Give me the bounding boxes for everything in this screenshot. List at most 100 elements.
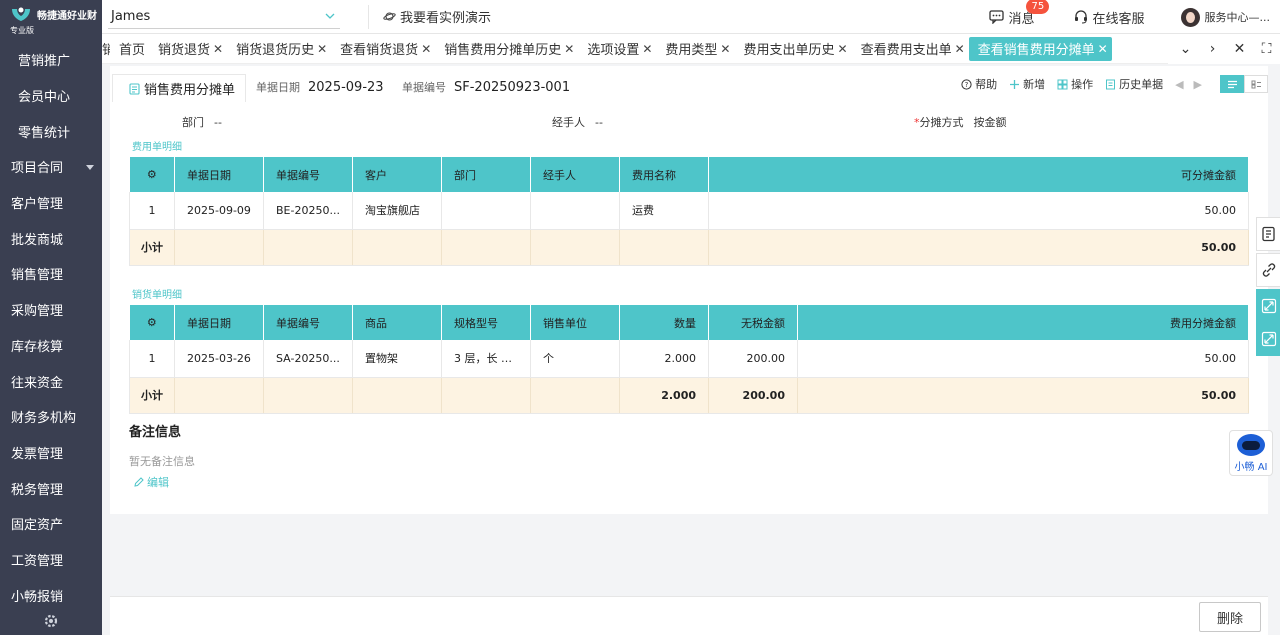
subtotal-label: 小计 [129, 377, 175, 414]
tab[interactable]: 销货退货 ✕ [149, 34, 227, 64]
plus-icon [1010, 79, 1020, 89]
help-button[interactable]: ? 帮助 [961, 76, 997, 92]
tab-label: 费用支出单历史 [743, 43, 835, 58]
sidebar-item-label: 税务管理 [11, 482, 64, 498]
messages-button[interactable]: 消息 75 [989, 0, 1050, 27]
column-settings-icon[interactable]: ⚙ [129, 305, 175, 340]
bill-title-tab[interactable]: 销售费用分摊单 [112, 74, 247, 102]
sidebar-item[interactable]: 销售管理 [0, 256, 102, 292]
col-header: 经手人 [530, 157, 620, 192]
cell-alloc-amount: 50.00 [797, 340, 1249, 378]
ai-assistant-button[interactable]: 小畅 AI [1229, 430, 1273, 476]
table-row[interactable]: 1 2025-03-26 SA-20250... 置物架 3 层，长 6... … [129, 340, 1249, 378]
sidebar-item[interactable]: 零售统计 [0, 113, 102, 149]
tab[interactable]: 销售费用分摊单历史 ✕ [435, 34, 578, 64]
chevron-right-icon[interactable]: › [1199, 41, 1226, 57]
sidebar-item[interactable]: 固定资产 [0, 506, 102, 542]
tab[interactable]: 选项设置 ✕ [578, 34, 656, 64]
brand-logo[interactable]: 畅捷通好业财 专业版 [0, 0, 102, 42]
sidebar-item[interactable]: 会员中心 [0, 78, 102, 114]
sidebar-item[interactable]: 小畅报销 [0, 577, 102, 613]
collapse-float-button[interactable] [1256, 322, 1280, 356]
close-icon[interactable]: ✕ [421, 42, 431, 56]
cell-unit: 个 [530, 340, 620, 378]
expand-icon [1261, 298, 1276, 314]
user-select[interactable]: James [108, 5, 340, 29]
fullscreen-icon[interactable]: ⛶ [1253, 41, 1280, 57]
demo-label: 我要看实例演示 [400, 11, 492, 26]
close-icon[interactable]: ✕ [213, 42, 223, 56]
sidebar-item-label: 固定资产 [11, 518, 64, 534]
close-all-icon[interactable]: ✕ [1226, 41, 1253, 57]
sidebar-item-label: 小畅报销 [11, 589, 64, 605]
close-icon[interactable]: ✕ [564, 42, 574, 56]
notes-float-button[interactable] [1256, 217, 1280, 251]
sidebar-item[interactable]: 营销推广 [0, 42, 102, 78]
card-icon [1251, 80, 1261, 88]
chevron-down-icon[interactable]: ⌄ [1172, 41, 1199, 57]
tab-list: 首页 销货退货 ✕ 销货退货历史 ✕ 查看销货退货 ✕ 销售费用分摊单历史 ✕ 选项设置 ✕ 费用类型… [110, 34, 1112, 64]
tab-bar: 销 首页 销货退货 ✕ 销货退货历史 ✕ 查看销货退货 ✕ 销售费用分摊单历史 ✕ 选项设置 ✕ 费用… [102, 34, 1280, 64]
grid-icon [1057, 79, 1068, 89]
account-menu[interactable]: 服务中心—... [1180, 7, 1270, 27]
sidebar-item[interactable]: 采购管理 [0, 292, 102, 328]
prev-next-arrows[interactable]: ◀▶ [1175, 78, 1212, 91]
col-header: 费用名称 [619, 157, 709, 192]
dept-value: -- [214, 116, 222, 129]
tab[interactable]: 查看费用支出单 ✕ [852, 34, 969, 64]
close-icon[interactable]: ✕ [720, 42, 730, 56]
list-view-button[interactable] [1220, 75, 1244, 93]
card-view-button[interactable] [1244, 75, 1268, 93]
operations-button[interactable]: 操作 [1057, 76, 1093, 92]
list-icon [1227, 80, 1237, 88]
cell-bill-no[interactable]: SA-20250... [263, 340, 353, 378]
sidebar-item[interactable]: 工资管理 [0, 542, 102, 578]
row-index: 1 [129, 340, 175, 378]
close-icon[interactable]: ✕ [1098, 42, 1108, 56]
headset-icon [1075, 10, 1088, 24]
tab[interactable]: 费用类型 ✕ [656, 34, 734, 64]
close-icon[interactable]: ✕ [955, 42, 965, 56]
history-button[interactable]: 历史单据 [1105, 76, 1163, 92]
edit-remark-link[interactable]: 编辑 [134, 474, 169, 490]
cell-bill-no[interactable]: BE-20250... [263, 192, 353, 230]
add-label: 新增 [1023, 78, 1046, 91]
tab[interactable]: 销货退货历史 ✕ [227, 34, 331, 64]
tab[interactable]: 查看销售费用分摊单 ✕ [968, 36, 1112, 61]
tab-label: 销售费用分摊单历史 [444, 43, 562, 58]
sales-section-title: 销货单明细 [132, 290, 182, 301]
sidebar-item[interactable]: 项目合同 [0, 149, 102, 185]
col-header: 单据日期 [174, 157, 264, 192]
close-icon[interactable]: ✕ [838, 42, 848, 56]
expand-float-button[interactable] [1256, 289, 1280, 323]
sidebar-item[interactable]: 税务管理 [0, 470, 102, 506]
bill-title: 销售费用分摊单 [144, 83, 236, 98]
online-service-button[interactable]: 在线客服 [1074, 8, 1145, 27]
sidebar-item-label: 项目合同 [11, 161, 64, 177]
sidebar-item[interactable]: 发票管理 [0, 435, 102, 471]
column-settings-icon[interactable]: ⚙ [129, 157, 175, 192]
bill-date-label: 单据日期 [256, 81, 300, 94]
sidebar-item[interactable]: 往来资金 [0, 363, 102, 399]
bill-date-value: 2025-09-23 [308, 80, 384, 95]
close-icon[interactable]: ✕ [642, 42, 652, 56]
gear-icon[interactable] [43, 613, 59, 629]
attachment-float-button[interactable] [1256, 253, 1280, 287]
sidebar-item[interactable]: 客户管理 [0, 185, 102, 221]
add-button[interactable]: 新增 [1009, 76, 1045, 92]
demo-link[interactable]: 我要看实例演示 [368, 4, 492, 29]
edition-label: 专业版 [10, 26, 34, 35]
tab[interactable]: 费用支出单历史 ✕ [734, 34, 851, 64]
sidebar-item[interactable]: 批发商城 [0, 220, 102, 256]
sidebar-item[interactable]: 库存核算 [0, 328, 102, 364]
delete-button[interactable]: 删除 [1199, 602, 1261, 632]
sidebar-item-label: 营销推广 [18, 54, 71, 70]
sidebar-item[interactable]: 财务多机构 [0, 399, 102, 435]
message-icon [989, 10, 1005, 24]
table-row[interactable]: 1 2025-09-09 BE-20250... 淘宝旗舰店 运费 50.00 [129, 192, 1249, 230]
tab[interactable]: 查看销货退货 ✕ [331, 34, 435, 64]
tab[interactable]: 首页 [110, 34, 149, 64]
message-count-badge: 75 [1026, 0, 1050, 14]
col-header: 部门 [441, 157, 531, 192]
close-icon[interactable]: ✕ [317, 42, 327, 56]
